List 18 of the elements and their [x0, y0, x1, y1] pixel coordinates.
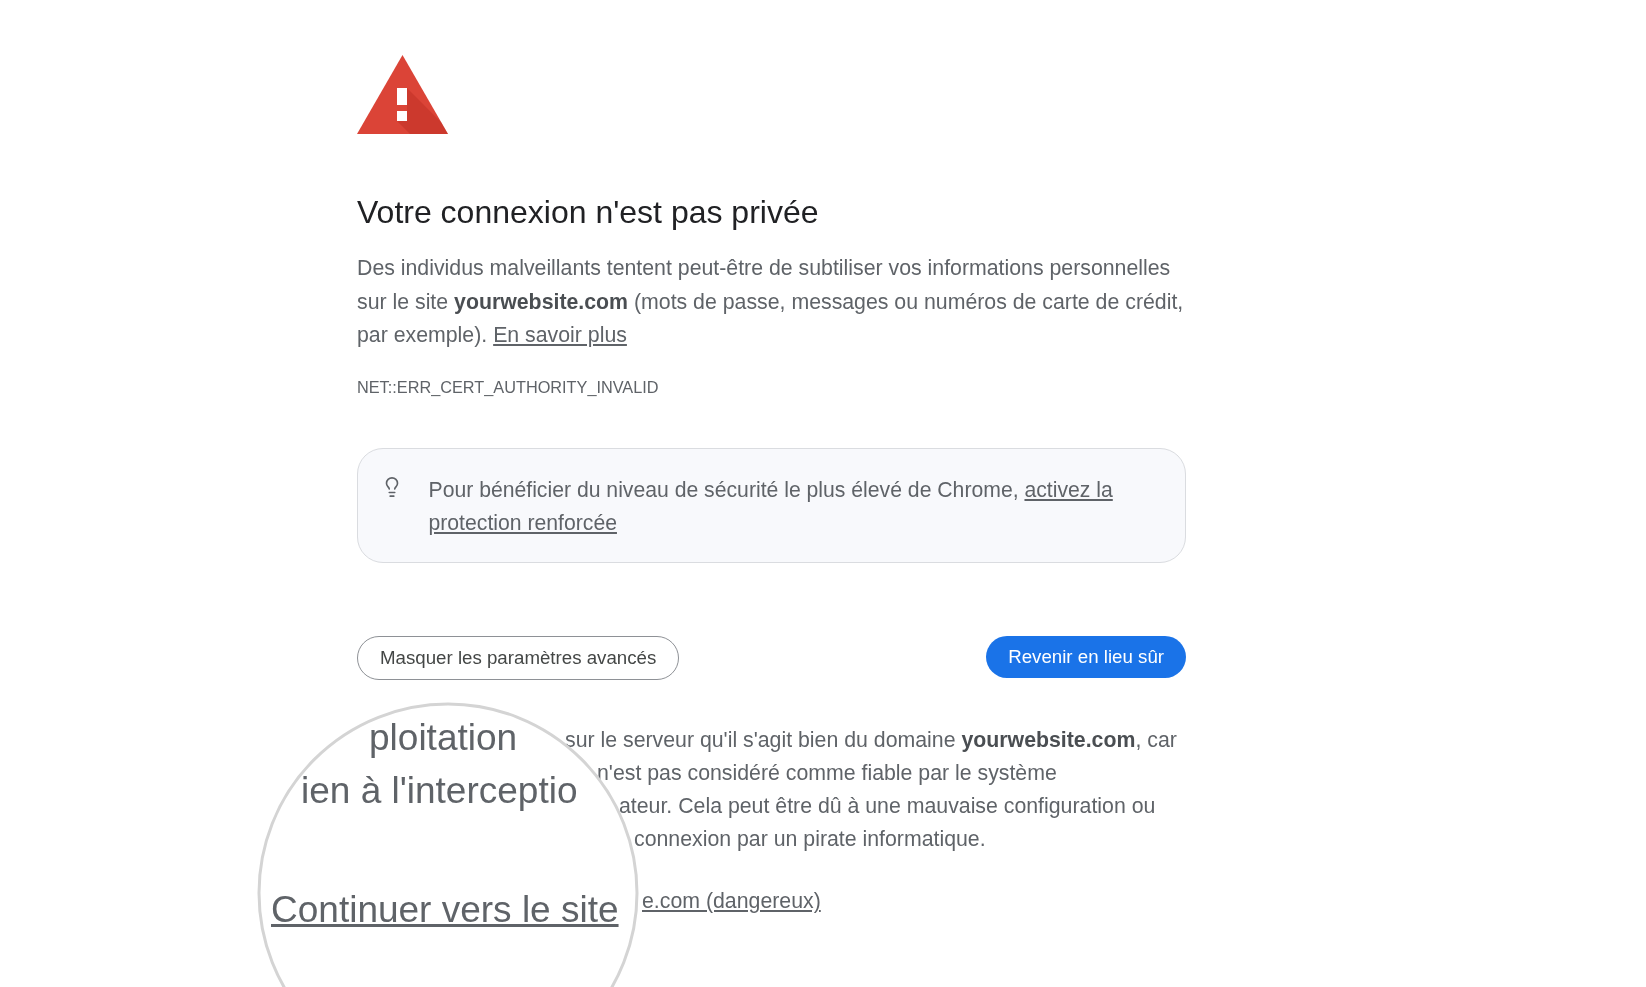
enhanced-protection-link[interactable]: protection renforcée: [428, 511, 617, 534]
learn-more-link[interactable]: En savoir plus: [493, 323, 627, 347]
enhanced-protection-link[interactable]: activez la: [1024, 477, 1113, 501]
magnified-text: ploitation: [369, 719, 518, 756]
page-title: Votre connexion n'est pas privée: [357, 193, 819, 232]
details-text-line: connexion par un pirate informatique.: [634, 826, 986, 853]
error-code: NET::ERR_CERT_AUTHORITY_INVALID: [357, 376, 659, 397]
tip-text: Pour bénéficier du niveau de sécurité le plus élevé de Chrome, activez la protection renforcée: [428, 476, 1113, 537]
back-to-safety-button[interactable]: Revenir en lieu sûr: [986, 636, 1186, 678]
warning-triangle-icon: [357, 55, 448, 134]
details-text-line: sur le serveur qu'il s'agit bien du domaine yourwebsite.com, car: [565, 727, 1177, 754]
magnified-link-text: Continuer vers le site: [271, 891, 619, 928]
magnified-text: ien à l'interceptio: [301, 772, 578, 809]
details-text-line: n'est pas considéré comme fiable par le système: [597, 760, 1057, 787]
details-text-line: ateur. Cela peut être dû à une mauvaise configuration ou: [619, 793, 1156, 820]
intro-paragraph: Des individus malveillants tentent peut-être de subtiliser vos informations personnelles sur le site yourwebsite.com (mots de passe, messages ou numéros de carte de crédit, par exemple). En savoir plus: [357, 255, 1185, 349]
proceed-link[interactable]: e.com (dangereux): [642, 885, 821, 918]
hide-advanced-button[interactable]: Masquer les paramètres avancés: [357, 636, 680, 680]
